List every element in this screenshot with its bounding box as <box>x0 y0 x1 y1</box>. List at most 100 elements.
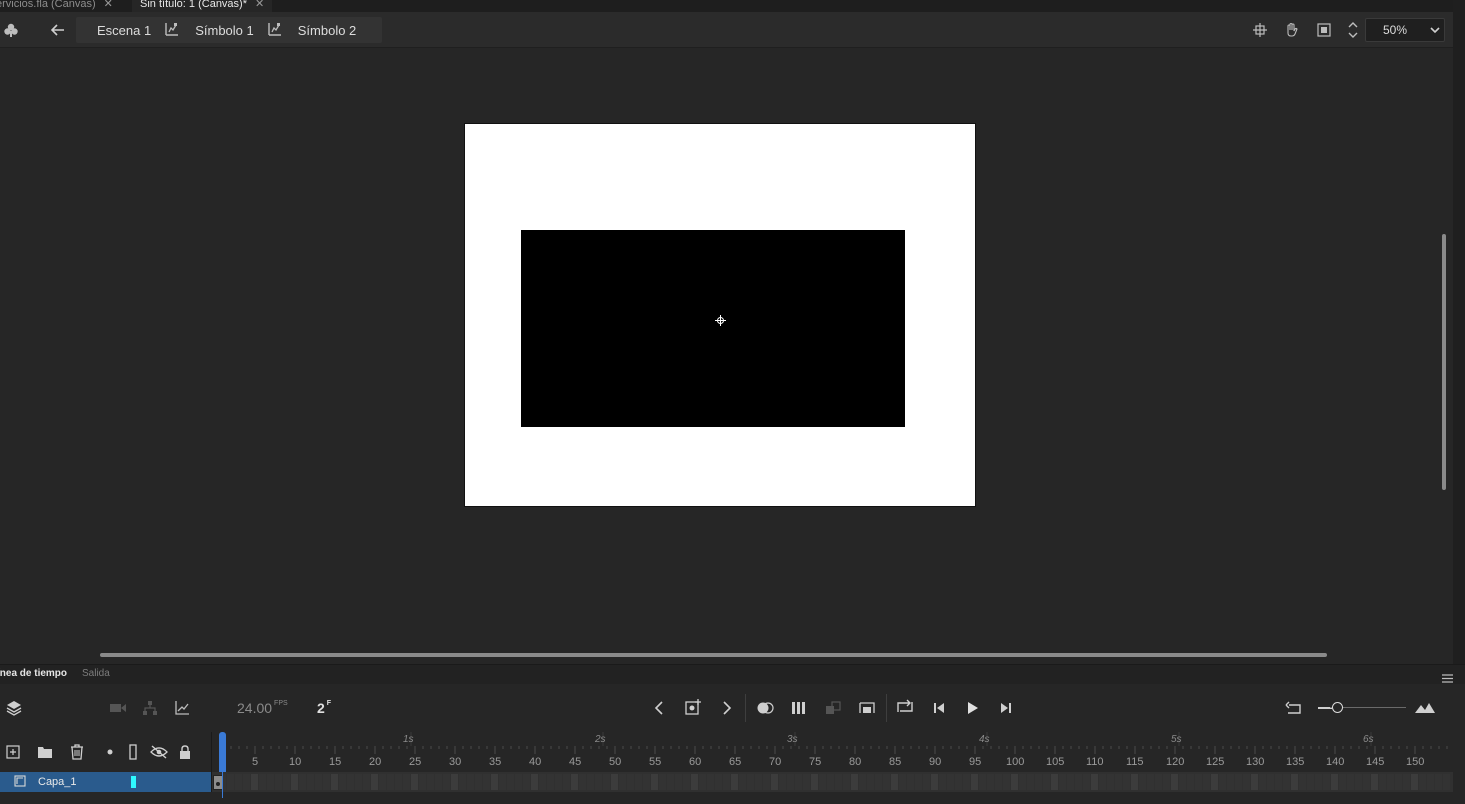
doc-tab-sin-titulo[interactable]: Sin título: 1 (Canvas)* ✕ <box>132 0 273 12</box>
frame-cell <box>595 774 602 790</box>
doc-tab-servicios[interactable]: ervicios.fla (Canvas) ✕ <box>0 0 113 12</box>
frame-unit: F <box>326 700 332 707</box>
frame-cell <box>563 774 570 790</box>
frame-cell <box>1251 774 1258 790</box>
toolbar-separator <box>886 694 887 722</box>
playhead[interactable] <box>219 732 226 772</box>
rotate-hand-icon[interactable] <box>1281 19 1303 41</box>
layer-outline-color[interactable] <box>131 776 136 788</box>
loop-icon[interactable] <box>894 696 916 718</box>
tab-output[interactable]: Salida <box>82 668 110 679</box>
next-keyframe-icon[interactable] <box>716 697 738 719</box>
step-forward-icon[interactable] <box>995 697 1017 719</box>
frame-cell <box>395 774 402 790</box>
frame-cell <box>635 774 642 790</box>
clip-content-icon[interactable] <box>1313 19 1335 41</box>
vertical-scrollbar[interactable] <box>1442 234 1446 490</box>
lock-icon[interactable] <box>174 741 196 763</box>
zoom-slider-handle[interactable] <box>1332 702 1343 713</box>
close-icon[interactable]: ✕ <box>104 0 113 11</box>
step-back-icon[interactable] <box>928 697 950 719</box>
frame-mode-icon[interactable] <box>822 697 844 719</box>
frame-cell <box>1059 774 1066 790</box>
frame-number-label: 40 <box>529 756 542 768</box>
symbol-icon <box>165 22 179 39</box>
frame-cell <box>667 774 674 790</box>
edit-multiple-frames-icon[interactable] <box>788 697 810 719</box>
new-layer-icon[interactable] <box>2 741 24 763</box>
layers-icon[interactable] <box>3 697 25 719</box>
frame-cell <box>1395 774 1402 790</box>
stage[interactable] <box>464 123 976 507</box>
frame-cell <box>827 774 834 790</box>
breadcrumb-symbol-2[interactable]: Símbolo 2 <box>268 22 356 39</box>
center-frame-icon[interactable] <box>856 697 878 719</box>
tab-timeline[interactable]: ínea de tiempo <box>0 668 67 679</box>
back-arrow-icon[interactable] <box>47 19 69 41</box>
zoom-stepper-icon[interactable] <box>1342 19 1364 41</box>
frame-cell <box>1203 774 1210 790</box>
pasteboard[interactable] <box>0 48 1453 664</box>
frame-cell <box>1171 774 1178 790</box>
parenting-icon[interactable] <box>139 697 161 719</box>
horizontal-scrollbar[interactable] <box>100 653 1327 657</box>
layer-row[interactable]: Capa_1 <box>0 772 211 792</box>
visibility-icon[interactable] <box>148 741 170 763</box>
frame-cell <box>1187 774 1194 790</box>
frame-cell <box>387 774 394 790</box>
play-icon[interactable] <box>961 697 983 719</box>
frame-cell <box>1043 774 1050 790</box>
onion-skin-icon[interactable] <box>754 697 776 719</box>
current-frame-display[interactable]: 2F <box>317 700 331 716</box>
frame-cell <box>1299 774 1306 790</box>
timeline-ruler[interactable]: 1s 2s 3s 4s 5s 6s 5 10 15 20 25 30 35 40 45 50 55 60 65 70… <box>211 732 1453 772</box>
frame-cell <box>523 774 530 790</box>
frame-cell <box>555 774 562 790</box>
graph-icon[interactable] <box>171 697 193 719</box>
highlight-dot-icon[interactable] <box>99 741 121 763</box>
frame-cell <box>243 774 250 790</box>
frame-cell <box>259 774 266 790</box>
reset-zoom-icon[interactable] <box>1283 697 1305 719</box>
frame-grid[interactable] <box>211 772 1453 792</box>
chevron-down-icon[interactable] <box>1429 23 1441 40</box>
frame-cell <box>1323 774 1330 790</box>
frame-cell <box>1283 774 1290 790</box>
frame-cell <box>475 774 482 790</box>
club-icon[interactable] <box>0 19 22 41</box>
frame-cell <box>659 774 666 790</box>
prev-keyframe-icon[interactable] <box>648 697 670 719</box>
fps-display[interactable]: 24.00 FPS <box>237 700 288 716</box>
zoom-select[interactable]: 50% <box>1365 18 1445 42</box>
camera-icon[interactable] <box>107 697 129 719</box>
breadcrumb-label: Símbolo 1 <box>195 22 254 38</box>
app-window: ervicios.fla (Canvas) ✕ Sin título: 1 (C… <box>0 0 1465 804</box>
center-stage-icon[interactable] <box>1249 19 1271 41</box>
frame-cell <box>499 774 506 790</box>
trash-icon[interactable] <box>66 741 88 763</box>
frame-cell <box>1131 774 1138 790</box>
frame-cell <box>907 774 914 790</box>
frame-cell <box>1139 774 1146 790</box>
doc-tab-label: ervicios.fla (Canvas) <box>0 0 96 10</box>
new-folder-icon[interactable] <box>34 741 56 763</box>
close-icon[interactable]: ✕ <box>255 0 264 11</box>
frame-cell <box>971 774 978 790</box>
insert-keyframe-icon[interactable] <box>683 696 705 718</box>
outline-icon[interactable] <box>122 741 144 763</box>
layer-name[interactable]: Capa_1 <box>38 776 77 788</box>
breadcrumb-scene[interactable]: Escena 1 <box>97 23 151 38</box>
frame-cell <box>1291 774 1298 790</box>
frame-cell <box>739 774 746 790</box>
frame-cell <box>619 774 626 790</box>
frame-cell <box>443 774 450 790</box>
frame-cell <box>1403 774 1410 790</box>
zoom-in-icon[interactable] <box>1414 697 1436 719</box>
frame-cell <box>763 774 770 790</box>
frame-cell <box>1067 774 1074 790</box>
frame-cell <box>355 774 362 790</box>
breadcrumb-symbol-1[interactable]: Símbolo 1 <box>165 22 254 39</box>
symbol-instance[interactable] <box>521 230 905 427</box>
frame-cell <box>747 774 754 790</box>
frame-cell <box>1331 774 1338 790</box>
